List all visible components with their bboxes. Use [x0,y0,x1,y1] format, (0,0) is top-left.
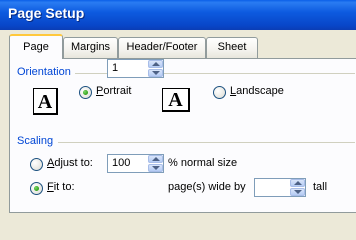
fit-to-wide-spin-buttons [148,60,163,77]
fit-to-tall-spin-down[interactable] [290,188,305,196]
scaling-group-label: Scaling [17,135,58,147]
portrait-page-icon: A [33,88,58,115]
portrait-radio-dot [83,90,88,95]
adjust-to-value[interactable]: 100 [112,157,130,169]
tab-page-panel: Orientation A Portrait A Landscape Scali… [9,58,356,213]
fit-to-access-key: F [47,181,54,193]
adjust-to-spin-down[interactable] [148,164,163,172]
spin-up-icon [152,157,160,161]
fit-to-wide-spin-down[interactable] [148,69,163,77]
tab-page-label: Page [23,41,49,53]
fit-to-radio-dot [34,186,39,191]
fit-to-wide-suffix: page(s) wide by [168,181,246,193]
adjust-to-suffix: % normal size [168,157,238,169]
tab-header-footer[interactable]: Header/Footer [118,37,206,58]
adjust-to-spinner[interactable]: 100 [107,154,164,173]
fit-to-wide-value[interactable]: 1 [112,62,118,74]
window-title: Page Setup [8,5,85,21]
landscape-radio[interactable] [213,86,226,99]
tab-margins-label: Margins [70,41,111,53]
portrait-label[interactable]: Portrait [96,85,131,97]
title-bar[interactable]: Page Setup [0,0,356,30]
portrait-radio[interactable] [79,86,92,99]
spin-down-icon [152,71,160,75]
tab-margins[interactable]: Margins [63,37,118,58]
tab-page[interactable]: Page [9,34,63,59]
landscape-label-rest: andscape [236,85,284,97]
spin-down-icon [294,190,302,194]
landscape-label[interactable]: Landscape [230,85,284,97]
fit-to-wide-spinner[interactable]: 1 [107,59,164,78]
scaling-group-divider [58,142,355,143]
fit-to-tall-spin-up[interactable] [290,179,305,187]
spin-up-icon [152,62,160,66]
orientation-group-label: Orientation [17,66,75,78]
tab-sheet-label: Sheet [217,41,247,53]
portrait-icon-glyph: A [37,91,53,113]
fit-to-radio[interactable] [30,182,43,195]
fit-to-tall-spinner[interactable] [254,178,306,197]
landscape-icon-glyph: A [168,89,183,111]
spin-up-icon [294,181,302,185]
adjust-to-radio[interactable] [30,158,43,171]
landscape-page-icon: A [162,88,190,112]
fit-to-wide-spin-up[interactable] [148,60,163,68]
fit-to-tall-spin-buttons [290,179,305,196]
fit-to-label-rest: it to: [53,181,75,193]
fit-to-label[interactable]: Fit to: [47,181,75,193]
adjust-to-spin-buttons [148,155,163,172]
adjust-to-spin-up[interactable] [148,155,163,163]
fit-to-tall-suffix: tall [313,181,328,193]
tab-sheet[interactable]: Sheet [206,37,258,58]
adjust-to-label-rest: djust to: [54,157,93,169]
tab-header-footer-label: Header/Footer [126,41,198,53]
portrait-label-rest: ortrait [103,85,132,97]
spin-down-icon [152,166,160,170]
adjust-to-label[interactable]: Adjust to: [47,157,93,169]
